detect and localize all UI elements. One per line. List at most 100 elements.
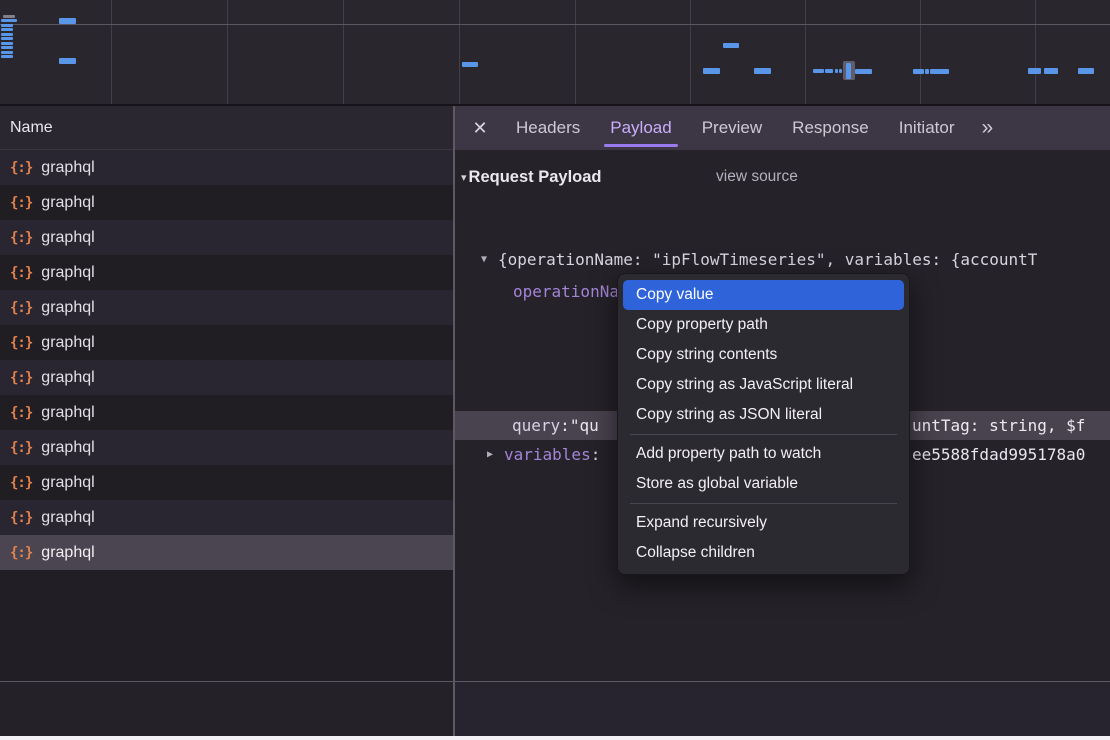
request-timing-bar: [754, 68, 771, 74]
request-timing-bar: [1, 46, 13, 49]
request-list: {:} graphql {:} graphql {:} graphql {:} graphql…: [0, 150, 453, 681]
property-key: variables: [504, 445, 600, 464]
request-timing-bar: [839, 69, 842, 73]
request-timing-bar: [1028, 68, 1041, 74]
request-timing-bar: [1, 51, 13, 54]
query-value-fragment: untTag: string, $f: [912, 413, 1085, 437]
menu-item[interactable]: Copy string as JSON literal: [623, 400, 904, 430]
request-timing-bar: [813, 69, 824, 73]
network-request-row[interactable]: {:}graphql: [0, 360, 453, 395]
request-timing-bar: [930, 69, 949, 74]
menu-item[interactable]: Collapse children: [623, 538, 904, 568]
timeline-gridline: [0, 24, 1110, 25]
request-timing-bar: [723, 43, 739, 48]
disclosure-triangle-icon: ▾: [461, 171, 467, 184]
request-name-label: graphql: [41, 264, 94, 282]
menu-separator: [630, 503, 897, 504]
network-request-row[interactable]: {:} graphql: [0, 185, 453, 220]
json-braces-icon: {:}: [10, 440, 32, 456]
menu-item[interactable]: Store as global variable: [623, 469, 904, 499]
request-timing-bar: [913, 69, 924, 74]
network-request-row[interactable]: {:} graphql: [0, 535, 453, 570]
tab-label: Response: [792, 118, 869, 138]
request-timing-bar: [1078, 68, 1094, 74]
close-icon: ✕: [472, 118, 487, 139]
request-timing-bar: [825, 69, 833, 73]
section-title: Request Payload: [469, 168, 602, 187]
timeline-gridline: [575, 0, 576, 104]
request-timing-bar: [835, 69, 838, 73]
menu-item[interactable]: Copy value: [623, 280, 904, 310]
request-payload-section[interactable]: ▾ Request Payload view source: [461, 164, 602, 190]
requests-panel: Name {:}graphql{:}graphql{:}graphql{:}gr…: [0, 106, 453, 681]
timeline-gridline: [111, 0, 112, 104]
name-column-label: Name: [10, 119, 53, 137]
network-request-row[interactable]: {:}graphql: [0, 430, 453, 465]
request-name-label: graphql: [41, 194, 94, 212]
tab-payload[interactable]: Payload: [595, 106, 686, 150]
timeline-gridline: [459, 0, 460, 104]
request-timing-bar: [703, 68, 720, 74]
network-overview-timeline[interactable]: [0, 0, 1110, 106]
tab-label: Payload: [610, 118, 671, 138]
network-request-row[interactable]: {:} graphql: [0, 255, 453, 290]
chevron-double-right-icon: »: [981, 116, 993, 140]
json-braces-icon: {:}: [10, 370, 32, 386]
name-column-header[interactable]: Name: [0, 106, 453, 150]
context-menu: Copy valueCopy property pathCopy string …: [617, 273, 910, 575]
menu-item[interactable]: Expand recursively: [623, 508, 904, 538]
disclosure-triangle-icon: ▼: [481, 254, 498, 265]
json-braces-icon: {:}: [10, 545, 32, 561]
network-request-row[interactable]: {:}graphql: [0, 220, 453, 255]
menu-item[interactable]: Add property path to watch: [623, 439, 904, 469]
tab-initiator[interactable]: Initiator: [884, 106, 970, 150]
request-timing-bar: [1, 24, 13, 27]
request-timing-bar: [59, 58, 76, 64]
tab-preview[interactable]: Preview: [687, 106, 777, 150]
json-braces-icon: {:}: [10, 195, 32, 211]
timeline-gridline: [1035, 0, 1036, 104]
tab-response[interactable]: Response: [777, 106, 884, 150]
menu-item[interactable]: Copy string contents: [623, 340, 904, 370]
menu-item[interactable]: Copy property path: [623, 310, 904, 340]
page-edge: [0, 736, 1110, 740]
network-request-row[interactable]: {:}graphql: [0, 500, 453, 535]
request-timing-bar: [1, 55, 13, 58]
status-bar-left: [0, 682, 453, 736]
request-name-label: graphql: [41, 544, 94, 562]
close-detail-button[interactable]: ✕: [459, 106, 501, 150]
timeline-gridline: [805, 0, 806, 104]
more-tabs-button[interactable]: »: [969, 106, 1005, 150]
network-request-row[interactable]: {:}graphql: [0, 290, 453, 325]
json-braces-icon: {:}: [10, 265, 32, 281]
network-request-row[interactable]: {:}graphql: [0, 395, 453, 430]
network-request-row[interactable]: {:}graphql: [0, 465, 453, 500]
tab-label: Preview: [702, 118, 762, 138]
timeline-gridline: [343, 0, 344, 104]
request-name-label: graphql: [41, 404, 94, 422]
network-request-row[interactable]: {:}graphql: [0, 150, 453, 185]
tab-headers[interactable]: Headers: [501, 106, 595, 150]
json-braces-icon: {:}: [10, 335, 32, 351]
request-timing-bar: [59, 18, 76, 24]
detail-tabbar: ✕ Headers Payload Preview Response Initiator…: [455, 106, 1110, 150]
request-timing-bar: [1, 37, 13, 40]
request-timing-bar: [1, 28, 13, 31]
disclosure-triangle-icon: ▶: [487, 449, 504, 460]
timeline-gridline: [920, 0, 921, 104]
network-request-row[interactable]: {:} graphql: [0, 325, 453, 360]
request-name-label: graphql: [41, 299, 94, 317]
property-key: query: [512, 416, 570, 435]
request-timing-bar: [846, 63, 851, 79]
json-braces-icon: {:}: [10, 230, 32, 246]
payload-root-row[interactable]: ▼ {operationName: "ipFlowTimeseries", va…: [481, 247, 1110, 271]
timeline-gridline: [227, 0, 228, 104]
request-name-label: graphql: [41, 334, 94, 352]
panel-resize-sash[interactable]: [453, 106, 455, 736]
view-source-link[interactable]: view source: [716, 168, 798, 186]
menu-item[interactable]: Copy string as JavaScript literal: [623, 370, 904, 400]
json-braces-icon: {:}: [10, 510, 32, 526]
timeline-gridline: [690, 0, 691, 104]
menu-separator: [630, 434, 897, 435]
detail-tabs: Headers Payload Preview Response Initiator: [501, 106, 969, 150]
